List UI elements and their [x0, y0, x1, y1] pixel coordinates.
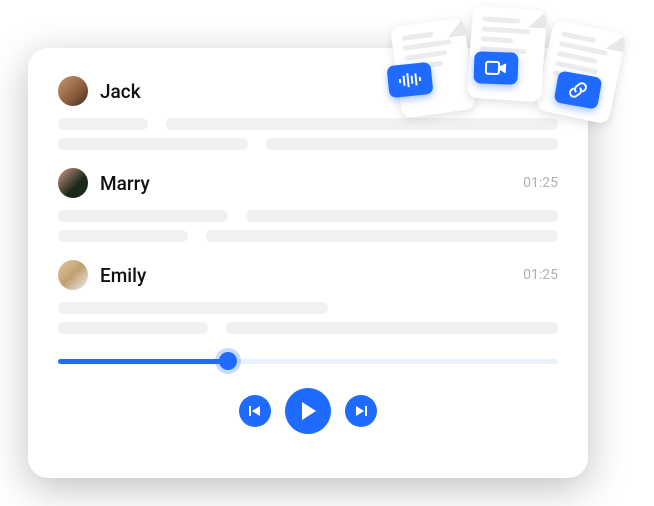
text-skeleton — [58, 302, 328, 314]
avatar — [58, 260, 88, 290]
skip-back-icon — [248, 404, 262, 418]
transcript-entry: Emily 01:25 — [58, 260, 558, 334]
transcript-entry: Marry 01:25 — [58, 168, 558, 242]
entry-header: Jack — [58, 76, 558, 106]
text-skeleton — [246, 210, 558, 222]
text-skeleton — [226, 322, 558, 334]
transcript-lines — [58, 302, 558, 334]
speaker-name: Marry — [100, 172, 523, 195]
timestamp: 01:25 — [523, 267, 558, 283]
text-skeleton — [58, 322, 208, 334]
text-skeleton — [58, 210, 228, 222]
player-controls — [58, 388, 558, 434]
transcript-entry: Jack — [58, 76, 558, 150]
next-button[interactable] — [345, 395, 377, 427]
audio-progress[interactable] — [58, 352, 558, 370]
transcript-lines — [58, 210, 558, 242]
text-skeleton — [206, 230, 558, 242]
previous-button[interactable] — [239, 395, 271, 427]
progress-fill — [58, 359, 228, 364]
text-skeleton — [266, 138, 558, 150]
avatar — [58, 168, 88, 198]
timestamp: 01:25 — [523, 175, 558, 191]
progress-thumb[interactable] — [219, 352, 237, 370]
play-button[interactable] — [285, 388, 331, 434]
text-skeleton — [166, 118, 558, 130]
text-skeleton — [58, 230, 188, 242]
entry-header: Emily 01:25 — [58, 260, 558, 290]
text-skeleton — [58, 138, 248, 150]
avatar — [58, 76, 88, 106]
skip-forward-icon — [354, 404, 368, 418]
speaker-name: Jack — [100, 80, 558, 103]
text-skeleton — [58, 118, 148, 130]
transcript-card: Jack Marry 01:25 — [28, 48, 588, 478]
play-icon — [299, 401, 317, 421]
transcript-lines — [58, 118, 558, 150]
entry-header: Marry 01:25 — [58, 168, 558, 198]
speaker-name: Emily — [100, 264, 523, 287]
